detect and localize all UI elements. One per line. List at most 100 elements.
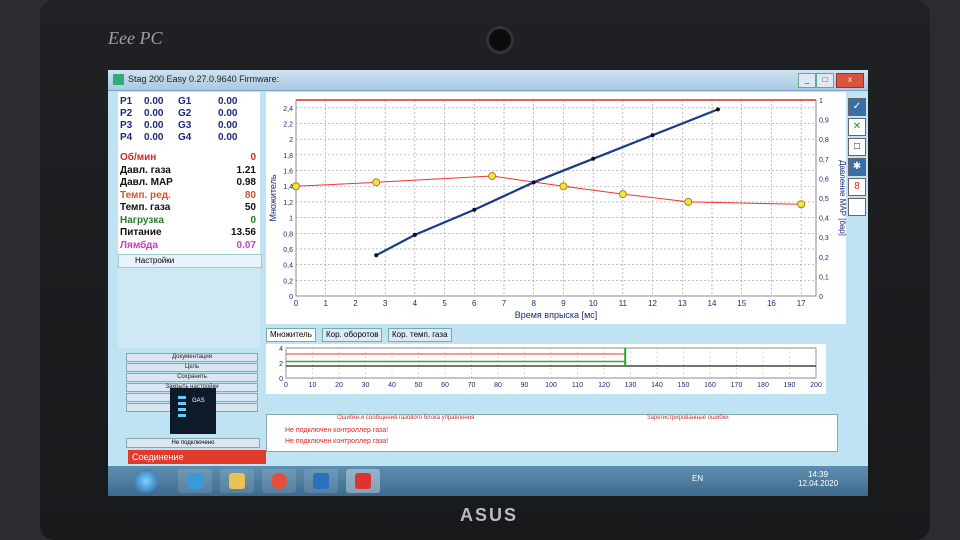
- y-tick-label: 2: [289, 137, 293, 144]
- unconnected-dropdown[interactable]: Не подключено: [126, 438, 260, 448]
- plot-area: [295, 99, 817, 297]
- sensor-panel: P1 0.00 G1 0.00 P2 0.00 G2 0.00 P3 0.00 G3 0.00 P4 0.…: [118, 92, 260, 254]
- settings-label: Настройки: [135, 256, 175, 265]
- multiplier-chart-svg: 0 1 2 3 4 5 6 7 8 9 10 11 12 13 14 15 16 1700,20,40,60,81…: [268, 98, 847, 320]
- y-right-axis-label: Давление MAP [бар]: [838, 160, 846, 236]
- strip-x-tick-label: 150: [678, 382, 690, 389]
- history-strip-svg: 0 10 20 30 40 50 60 70 80 90 100 110 120 130 140 150 160…: [279, 346, 822, 389]
- settings-button[interactable]: Настройки: [118, 254, 262, 268]
- taskbar-stag-icon[interactable]: [346, 469, 380, 493]
- taskbar: EN 14:39 12.04.2020: [108, 466, 868, 496]
- strip-x-tick-label: 200: [810, 382, 822, 389]
- taskbar-chrome-icon[interactable]: [262, 469, 296, 493]
- series-point: [797, 200, 806, 209]
- x-tick-label: 12: [648, 299, 657, 308]
- param-row: Лямбда 0.07: [118, 240, 260, 254]
- taskbar-bluetooth-icon[interactable]: [304, 469, 338, 493]
- x-tick-label: 3: [383, 299, 388, 308]
- x-tick-label: 15: [737, 299, 746, 308]
- start-button[interactable]: [134, 469, 158, 493]
- strip-x-tick-label: 110: [572, 382, 583, 389]
- strip-x-tick-label: 180: [757, 382, 769, 389]
- param-value: 0.98: [236, 177, 256, 188]
- left-blank-area: [118, 268, 260, 348]
- menu-item[interactable]: Документация: [126, 353, 258, 362]
- y-right-tick-label: 0,1: [819, 274, 829, 281]
- gas-level-bar: [178, 408, 186, 411]
- series-point: [412, 232, 417, 237]
- screen: Stag 200 Easy 0.27.0.9640 Firmware: _ □ …: [108, 70, 868, 496]
- x-tick-label: 13: [678, 299, 687, 308]
- strip-x-tick-label: 80: [494, 382, 502, 389]
- chart-tab[interactable]: Множитель: [266, 328, 316, 342]
- x-tick-label: 5: [442, 299, 447, 308]
- y-right-tick-label: 0,5: [819, 196, 829, 203]
- y-right-tick-label: 0: [819, 294, 823, 301]
- app-icon: [113, 74, 124, 85]
- message-line: Не подключен контроллер газа!: [285, 427, 389, 434]
- y-axis-label: Множитель: [268, 174, 278, 221]
- injector-gval: 0.00: [218, 120, 238, 131]
- strip-x-tick-label: 170: [731, 382, 743, 389]
- x-tick-label: 17: [797, 299, 806, 308]
- menu-item[interactable]: Цель: [126, 363, 258, 372]
- multiplier-chart: 0 1 2 3 4 5 6 7 8 9 10 11 12 13 14 15 16 17 0 0,2 0,4 0,6 0,8 1…: [266, 92, 847, 324]
- y-right-tick-label: 0,7: [819, 157, 829, 164]
- y-tick-label: 2,2: [283, 122, 293, 129]
- blank-toggle-icon[interactable]: [848, 198, 866, 216]
- series-point: [531, 180, 536, 185]
- series-point: [472, 207, 477, 212]
- y-tick-label: 1,6: [283, 169, 293, 176]
- injector-p: P3: [120, 120, 133, 131]
- taskbar-folder-icon[interactable]: [220, 469, 254, 493]
- y-right-tick-label: 0,3: [819, 235, 829, 242]
- y-tick-label: 1,4: [283, 184, 293, 191]
- injector-gval: 0.00: [218, 96, 238, 107]
- strip-x-tick-label: 20: [335, 382, 343, 389]
- close-button[interactable]: x: [836, 73, 864, 88]
- x-tick-label: 11: [619, 299, 628, 308]
- confirm-icon[interactable]: ✓: [848, 98, 866, 116]
- window-icon[interactable]: □: [848, 138, 866, 156]
- strip-y-tick-label: 2: [279, 361, 283, 368]
- param-value: 0: [250, 152, 256, 163]
- injector-pval: 0.00: [144, 108, 164, 119]
- menu-item[interactable]: Сохранить: [126, 373, 258, 382]
- param-label: Нагрузка: [120, 214, 164, 226]
- param-value: 1.21: [236, 164, 256, 176]
- cancel-icon[interactable]: ✕: [848, 118, 866, 136]
- chart-tab[interactable]: Кор. темп. газа: [388, 328, 452, 342]
- snowflake-icon[interactable]: ✱: [848, 158, 866, 176]
- history-strip-chart: 0 10 20 30 40 50 60 70 80 90 100 110 120 130 140 150 160…: [266, 344, 826, 394]
- injector-pval: 0.00: [144, 132, 164, 143]
- injector-g: G4: [178, 132, 192, 143]
- param-label: Лямбда: [120, 239, 158, 251]
- y-right-tick-label: 0,2: [819, 255, 829, 262]
- injector-g: G3: [178, 120, 192, 131]
- y-right-tick-label: 0,4: [819, 216, 829, 223]
- x-tick-label: 7: [502, 299, 507, 308]
- y-tick-label: 0,6: [283, 247, 293, 254]
- x-tick-label: 4: [413, 299, 418, 308]
- connection-label: Соединение: [132, 452, 184, 462]
- clock[interactable]: 14:39 12.04.2020: [798, 470, 838, 488]
- connection-button[interactable]: Соединение: [128, 450, 266, 464]
- maximize-button[interactable]: □: [816, 73, 834, 88]
- language-indicator[interactable]: EN: [692, 474, 703, 483]
- digit-display-icon[interactable]: 8: [848, 178, 866, 196]
- messages-panel: Ошибки и сообщения газового блока управл…: [266, 414, 838, 452]
- strip-x-tick-label: 50: [415, 382, 423, 389]
- injector-gval: 0.00: [218, 108, 238, 119]
- strip-x-tick-label: 100: [545, 382, 557, 389]
- series-point: [374, 253, 379, 258]
- strip-x-tick-label: 70: [468, 382, 476, 389]
- series-point: [559, 182, 568, 191]
- device-maker: ASUS: [460, 505, 519, 525]
- param-label: Темп. ред.: [120, 189, 171, 201]
- gas-level-bar: [178, 414, 186, 417]
- minimize-button[interactable]: _: [798, 73, 816, 88]
- taskbar-ie-icon[interactable]: [178, 469, 212, 493]
- chart-tab[interactable]: Кор. оборотов: [322, 328, 383, 342]
- injector-row: P4 0.00 G4 0.00: [118, 132, 260, 146]
- strip-x-tick-label: 40: [388, 382, 396, 389]
